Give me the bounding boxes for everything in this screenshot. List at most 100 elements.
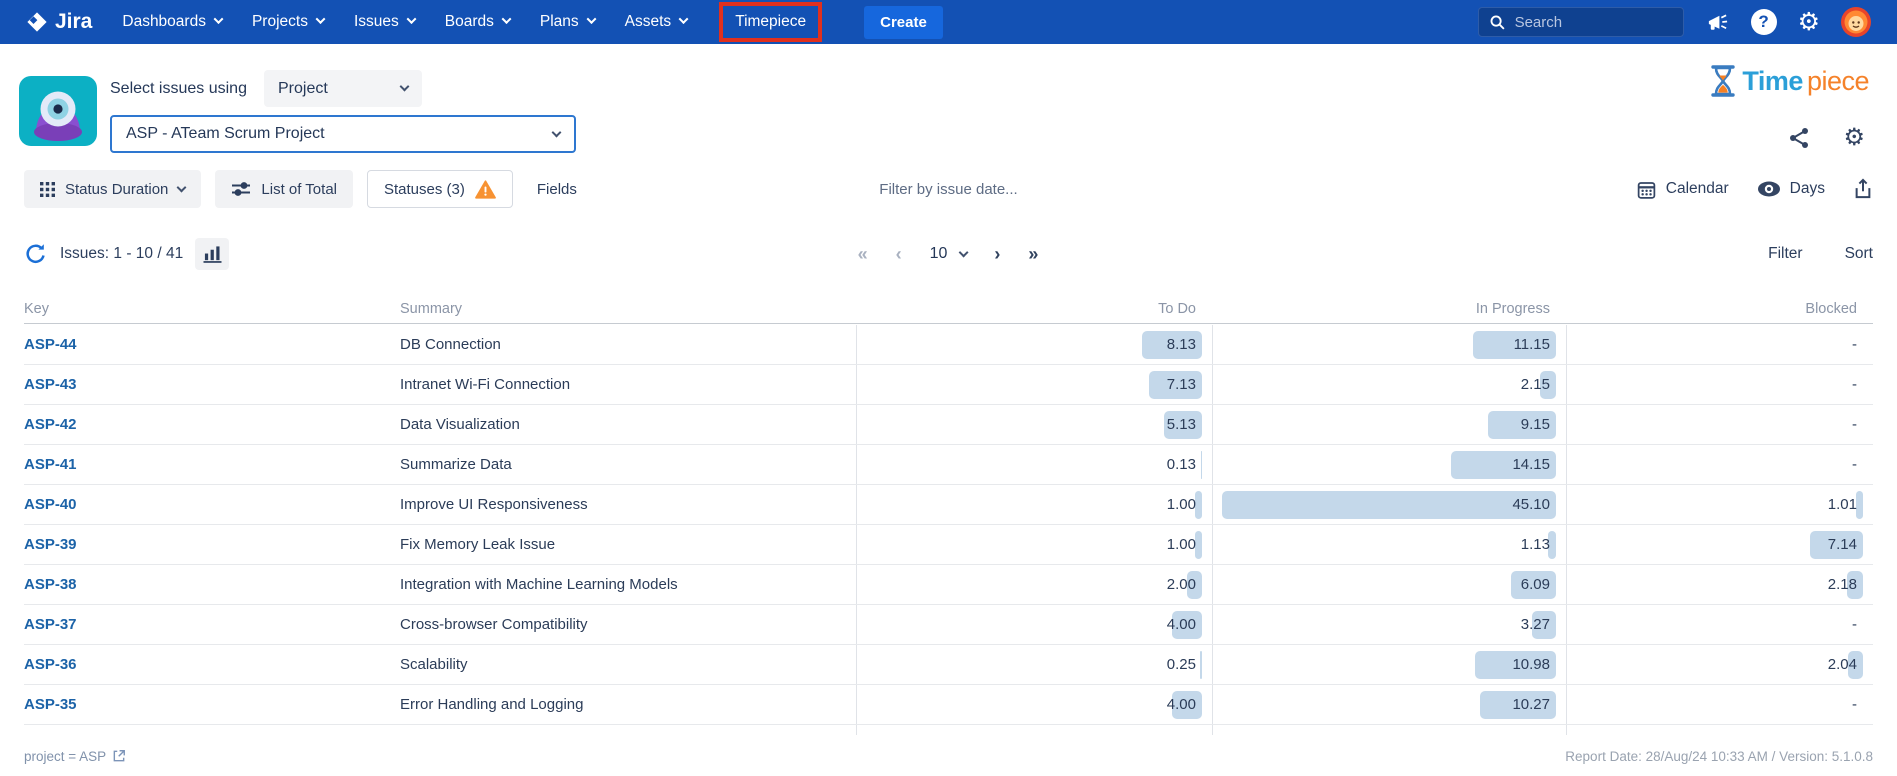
grid-icon [40, 182, 55, 197]
issue-key-link[interactable]: ASP-42 [24, 416, 400, 433]
issue-key-link[interactable]: ASP-40 [24, 496, 400, 513]
todo-cell: 1.00 [856, 525, 1212, 564]
report-info: Report Date: 28/Aug/24 10:33 AM / Versio… [1565, 749, 1873, 764]
nav-item-timepiece[interactable]: Timepiece [719, 0, 822, 44]
table-row: ASP-35Error Handling and Logging4.00 10.2… [24, 685, 1873, 725]
issue-key-link[interactable]: ASP-36 [24, 656, 400, 673]
list-of-total-button[interactable]: List of Total [215, 170, 353, 208]
sort-button[interactable]: Sort [1845, 245, 1873, 263]
logo-time-text: Time [1742, 66, 1803, 97]
first-page-button[interactable]: « [858, 244, 869, 265]
duration-value: 1.13 [1521, 536, 1550, 553]
issue-key-link[interactable]: ASP-35 [24, 696, 400, 713]
chevron-down-icon [679, 14, 689, 24]
export-icon[interactable] [1853, 178, 1873, 200]
filter-button[interactable]: Filter [1768, 245, 1802, 263]
issue-key-link[interactable]: ASP-41 [24, 456, 400, 473]
nav-item-assets[interactable]: Assets [625, 0, 688, 44]
issue-key-link[interactable]: ASP-44 [24, 336, 400, 353]
duration-value: 2.15 [1521, 376, 1550, 393]
nav-item-plans[interactable]: Plans [540, 0, 595, 44]
next-page-button[interactable]: › [994, 244, 1001, 265]
gear-icon[interactable]: ⚙ [1798, 10, 1820, 35]
nav-item-issues[interactable]: Issues [354, 0, 415, 44]
avatar[interactable] [1841, 7, 1871, 37]
chevron-down-icon [177, 182, 187, 192]
duration-value: 7.13 [1167, 376, 1196, 393]
todo-cell: 1.00 [856, 485, 1212, 524]
select-mode-dropdown[interactable]: Project [264, 70, 422, 107]
chevron-down-icon [406, 14, 416, 24]
refresh-icon[interactable] [24, 242, 48, 266]
blocked-cell: - [1566, 605, 1873, 644]
top-navbar: Jira Dashboards Projects Issues Boards P… [0, 0, 1897, 44]
issue-summary: Data Visualization [400, 416, 856, 433]
megaphone-icon[interactable] [1705, 11, 1730, 34]
eye-icon [1757, 180, 1781, 198]
issue-key-link[interactable]: ASP-38 [24, 576, 400, 593]
duration-value: - [1852, 616, 1857, 633]
duration-value: 2.00 [1167, 576, 1196, 593]
issue-key-link[interactable]: ASP-37 [24, 616, 400, 633]
footer: project = ASP Report Date: 28/Aug/24 10:… [24, 744, 1873, 768]
table-row: ASP-42Data Visualization5.139.15- [24, 405, 1873, 445]
issue-key-link[interactable]: ASP-39 [24, 536, 400, 553]
col-header-key: Key [24, 301, 400, 317]
duration-value: 10.98 [1512, 656, 1550, 673]
settings-gear-icon[interactable]: ⚙ [1843, 126, 1865, 150]
page-size-select[interactable]: 10 [930, 245, 968, 263]
nav-item-dashboards[interactable]: Dashboards [122, 0, 222, 44]
toolbar: Status Duration List of Total Statuses (… [24, 169, 1873, 209]
project-select[interactable]: ASP - ATeam Scrum Project [110, 115, 576, 153]
duration-value: 11.15 [1514, 336, 1550, 353]
nav-item-boards[interactable]: Boards [445, 0, 510, 44]
prev-page-button[interactable]: ‹ [896, 244, 903, 265]
duration-value: 4.00 [1167, 616, 1196, 633]
days-toggle-button[interactable]: Days [1757, 180, 1825, 198]
duration-value: - [1852, 376, 1857, 393]
help-icon[interactable]: ? [1751, 9, 1777, 35]
duration-value: 10.27 [1512, 696, 1550, 713]
calendar-button[interactable]: Calendar [1636, 179, 1729, 200]
fields-button[interactable]: Fields [537, 181, 577, 198]
in-progress-cell: 11.15 [1212, 325, 1566, 364]
duration-value: 1.01 [1828, 496, 1857, 513]
brand-label: Jira [55, 10, 92, 34]
duration-bar [1856, 491, 1863, 519]
in-progress-cell: 45.10 [1212, 485, 1566, 524]
share-icon[interactable] [1787, 126, 1811, 150]
duration-value: 0.25 [1167, 656, 1196, 673]
in-progress-cell: 9.15 [1212, 405, 1566, 444]
todo-cell: 8.13 [856, 325, 1212, 364]
todo-cell: 7.13 [856, 365, 1212, 404]
todo-cell: 4.00 [856, 605, 1212, 644]
last-page-button[interactable]: » [1028, 244, 1039, 265]
search-box[interactable]: Search [1478, 7, 1684, 37]
in-progress-cell: 14.15 [1212, 445, 1566, 484]
duration-bar [1200, 651, 1202, 679]
duration-value: - [1852, 336, 1857, 353]
nav-item-projects[interactable]: Projects [252, 0, 324, 44]
table-row: ASP-44DB Connection8.13 11.15 - [24, 325, 1873, 365]
chart-view-button[interactable] [195, 238, 229, 270]
todo-cell: 2.00 [856, 565, 1212, 604]
app-header: Select issues using Project ASP - ATeam … [0, 44, 1897, 170]
issue-summary: Error Handling and Logging [400, 696, 856, 713]
statuses-button[interactable]: Statuses (3) [367, 170, 513, 208]
create-button[interactable]: Create [864, 6, 943, 39]
table-row: ASP-37Cross-browser Compatibility4.003.2… [24, 605, 1873, 645]
duration-bar [1201, 451, 1202, 479]
duration-value: - [1852, 696, 1857, 713]
table-row: ASP-39Fix Memory Leak Issue1.001.137.14 [24, 525, 1873, 565]
date-filter-input[interactable]: Filter by issue date... [879, 181, 1017, 198]
jira-logo[interactable]: Jira [26, 10, 92, 34]
todo-cell: 4.00 [856, 685, 1212, 724]
sliders-icon [231, 181, 251, 197]
jql-link[interactable]: project = ASP [24, 749, 126, 764]
chevron-down-icon [400, 82, 410, 92]
todo-cell: 0.25 [856, 645, 1212, 684]
issue-key-link[interactable]: ASP-43 [24, 376, 400, 393]
view-selector-button[interactable]: Status Duration [24, 170, 201, 208]
issue-summary: DB Connection [400, 336, 856, 353]
todo-cell: 0.13 [856, 445, 1212, 484]
